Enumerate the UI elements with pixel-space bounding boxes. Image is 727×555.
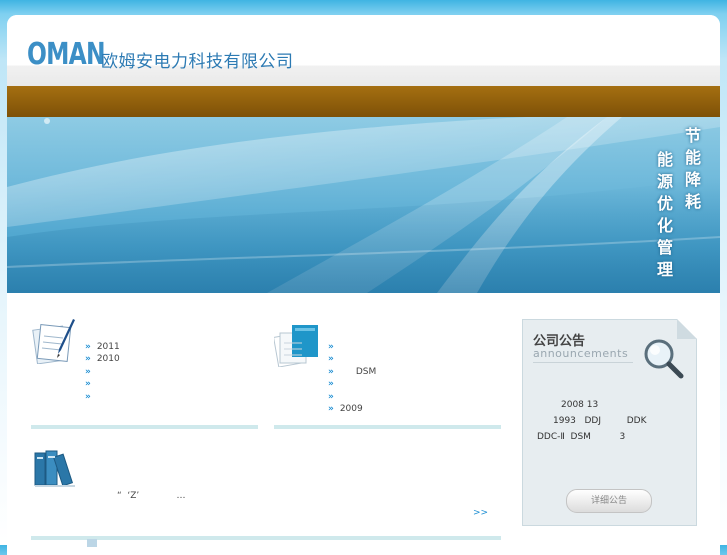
arrow-right-icon: » — [328, 342, 334, 352]
list-item[interactable]: » — [85, 378, 120, 390]
section-divider — [274, 425, 501, 429]
list-item[interactable]: » — [328, 378, 376, 390]
notice-subtitle: announcements — [533, 347, 629, 360]
notice-detail-button[interactable]: 详细公告 — [566, 489, 652, 513]
header: OMAN 欧姆安电力科技有限公司 — [7, 15, 720, 86]
slogan-column-left: 能源优化管理 — [656, 150, 673, 279]
arrow-right-icon: » — [85, 366, 91, 377]
document-pen-icon — [31, 318, 79, 368]
arrow-right-icon: » — [328, 379, 334, 390]
notice-panel: 公司公告 announcements 2008 13 1993 DDJ DDK … — [522, 319, 697, 526]
more-link[interactable]: >> — [473, 508, 488, 518]
banner: 节能降耗 能源优化管理 — [7, 117, 720, 293]
page-frame: OMAN 欧姆安电力科技有限公司 节能降耗 能源优化管理 » 2011 » 20… — [7, 15, 720, 555]
news-list-left: » 2011 » 2010 » » » — [85, 341, 120, 403]
arrow-right-icon: » — [85, 391, 91, 402]
banner-art — [7, 117, 720, 293]
list-item[interactable]: » DSM — [328, 366, 376, 378]
notice-line: 1993 DDJ DDK — [553, 416, 647, 426]
logo-company-name[interactable]: 欧姆安电力科技有限公司 — [101, 47, 294, 72]
news-list-middle: » » » DSM » » » 2009 — [328, 341, 376, 415]
list-item[interactable]: » — [328, 391, 376, 403]
arrow-right-icon: » — [328, 366, 334, 377]
logo-latin[interactable]: OMAN — [27, 37, 106, 72]
arrow-right-icon: » — [85, 379, 91, 390]
slogan-column-right: 节能降耗 — [684, 126, 701, 211]
papers-icon — [273, 323, 322, 371]
list-item[interactable]: » 2011 — [85, 341, 120, 353]
list-item[interactable]: » 2010 — [85, 353, 120, 365]
magnifier-icon — [641, 336, 685, 384]
notice-title-underline — [533, 362, 633, 363]
list-item[interactable]: » — [85, 391, 120, 403]
list-item[interactable]: » — [328, 353, 376, 365]
section-divider — [31, 425, 258, 429]
notice-line: 2008 13 — [561, 400, 599, 410]
arrow-right-icon: » — [85, 342, 91, 352]
list-item[interactable]: » 2009 — [328, 403, 376, 415]
list-item[interactable]: » — [328, 341, 376, 353]
books-icon — [31, 443, 79, 493]
footer-marker — [87, 539, 97, 547]
content-area: » 2011 » 2010 » » » » » » DSM » » » 2009… — [7, 293, 720, 555]
intro-text: “ ‘Z’ … — [117, 491, 186, 501]
section-divider — [31, 536, 501, 540]
arrow-right-icon: » — [328, 391, 334, 402]
arrow-right-icon: » — [85, 354, 91, 365]
arrow-right-icon: » — [328, 354, 334, 365]
notice-line: DDC-Ⅱ DSM 3 — [537, 432, 626, 442]
list-item[interactable]: » — [85, 366, 120, 378]
nav-bar[interactable] — [7, 86, 720, 117]
arrow-right-icon: » — [328, 403, 334, 414]
